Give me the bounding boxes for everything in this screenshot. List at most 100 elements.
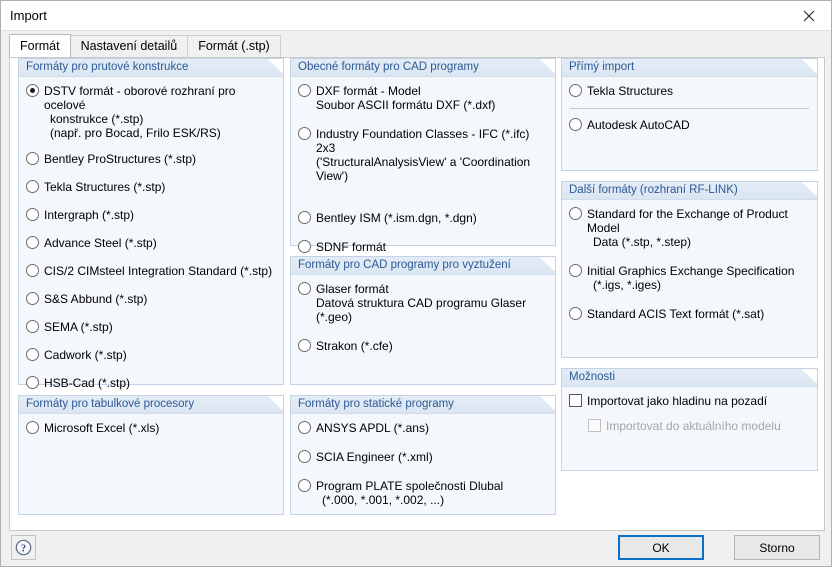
option-label-line1: Standard for the Exchange of Product Mod…	[587, 207, 788, 235]
radio-option-bentley-ism[interactable]: Bentley ISM (*.ism.dgn, *.dgn)	[297, 211, 549, 225]
checkbox-import-into-current-model: Importovat do aktuálního modelu	[568, 419, 811, 433]
radio-indicator[interactable]	[26, 84, 39, 97]
radio-option-acis-sat[interactable]: Standard ACIS Text formát (*.sat)	[568, 307, 811, 321]
radio-indicator[interactable]	[26, 292, 39, 305]
radio-indicator[interactable]	[569, 118, 582, 131]
radio-indicator[interactable]	[298, 479, 311, 492]
radio-option-ansys-apdl[interactable]: ANSYS APDL (*.ans)	[297, 421, 549, 435]
option-label: S&S Abbund (*.stp)	[44, 292, 148, 306]
radio-option-scia-engineer[interactable]: SCIA Engineer (*.xml)	[297, 450, 549, 464]
tab-detail-settings[interactable]: Nastavení detailů	[69, 35, 189, 57]
close-icon[interactable]	[786, 1, 831, 30]
group-header: Formáty pro CAD programy pro vyztužení	[291, 257, 555, 275]
radio-option-iges[interactable]: Initial Graphics Exchange Specification …	[568, 264, 811, 292]
radio-option-cis2-cimsteel[interactable]: CIS/2 CIMsteel Integration Standard (*.s…	[25, 264, 277, 278]
option-label: Tekla Structures (*.stp)	[44, 180, 166, 194]
option-label: Cadwork (*.stp)	[44, 348, 127, 362]
group-title: Formáty pro statické programy	[298, 398, 454, 410]
group-title: Další formáty (rozhraní RF-LINK)	[569, 184, 738, 196]
radio-option-microsoft-excel[interactable]: Microsoft Excel (*.xls)	[25, 421, 277, 435]
group-title: Přímý import	[569, 61, 635, 73]
group-cad-general: Obecné formáty pro CAD programy DXF form…	[290, 58, 556, 268]
group-title: Možnosti	[569, 371, 616, 383]
radio-indicator[interactable]	[26, 152, 39, 165]
radio-indicator[interactable]	[26, 180, 39, 193]
radio-option-tekla-structures-direct[interactable]: Tekla Structures	[568, 84, 811, 98]
radio-option-bentley-prostructures[interactable]: Bentley ProStructures (*.stp)	[25, 152, 277, 166]
radio-indicator[interactable]	[26, 348, 39, 361]
radio-indicator[interactable]	[569, 207, 582, 220]
radio-indicator[interactable]	[298, 240, 311, 253]
group-title: Obecné formáty pro CAD programy	[298, 61, 479, 73]
option-label: ANSYS APDL (*.ans)	[316, 421, 429, 435]
option-label: Importovat do aktuálního modelu	[606, 419, 781, 433]
option-label: Advance Steel (*.stp)	[44, 236, 157, 250]
option-label-line1: Glaser formát	[316, 282, 389, 296]
option-label: Standard ACIS Text formát (*.sat)	[587, 307, 765, 321]
radio-indicator[interactable]	[26, 208, 39, 221]
option-label-line1: SDNF formát	[316, 240, 387, 254]
group-body: Importovat jako hladinu na pozadí Import…	[562, 387, 817, 439]
radio-option-hsb-cad[interactable]: HSB-Cad (*.stp)	[25, 376, 277, 390]
radio-indicator[interactable]	[569, 264, 582, 277]
option-label-line1: Program PLATE společnosti Dlubal	[316, 479, 504, 493]
radio-indicator[interactable]	[26, 376, 39, 389]
option-label-line3: (např. pro Bocad, Frilo ESK/RS)	[50, 126, 221, 140]
radio-option-plate-dlubal[interactable]: Program PLATE společnosti Dlubal (*.000,…	[297, 479, 549, 507]
radio-option-advance-steel[interactable]: Advance Steel (*.stp)	[25, 236, 277, 250]
ok-button[interactable]: OK	[618, 535, 704, 560]
option-label: SEMA (*.stp)	[44, 320, 113, 334]
column-right: Přímý import Tekla Structures Autodesk A…	[561, 58, 818, 481]
radio-option-sema[interactable]: SEMA (*.stp)	[25, 320, 277, 334]
radio-indicator[interactable]	[26, 421, 39, 434]
radio-option-ss-abbund[interactable]: S&S Abbund (*.stp)	[25, 292, 277, 306]
radio-option-glaser[interactable]: Glaser formát Datová struktura CAD progr…	[297, 282, 549, 324]
radio-option-ifc[interactable]: Industry Foundation Classes - IFC (*.ifc…	[297, 127, 549, 183]
radio-indicator[interactable]	[298, 282, 311, 295]
option-label: Microsoft Excel (*.xls)	[44, 421, 160, 435]
option-label: Strakon (*.cfe)	[316, 339, 393, 353]
radio-indicator[interactable]	[26, 320, 39, 333]
radio-indicator[interactable]	[569, 307, 582, 320]
option-label: Tekla Structures	[587, 84, 674, 98]
radio-option-intergraph[interactable]: Intergraph (*.stp)	[25, 208, 277, 222]
option-label: HSB-Cad (*.stp)	[44, 376, 131, 390]
tab-format-stp[interactable]: Formát (.stp)	[187, 35, 281, 57]
group-body: Microsoft Excel (*.xls)	[19, 414, 283, 441]
title-bar: Import	[1, 1, 831, 31]
radio-option-tekla-structures-stp[interactable]: Tekla Structures (*.stp)	[25, 180, 277, 194]
radio-indicator[interactable]	[26, 264, 39, 277]
option-label: Bentley ISM (*.ism.dgn, *.dgn)	[316, 211, 477, 225]
radio-indicator[interactable]	[298, 450, 311, 463]
radio-option-dstv[interactable]: DSTV formát - oborové rozhraní pro ocelo…	[25, 84, 277, 140]
group-other-formats: Další formáty (rozhraní RF-LINK) Standar…	[561, 181, 818, 358]
radio-indicator[interactable]	[26, 236, 39, 249]
group-options: Možnosti Importovat jako hladinu na poza…	[561, 368, 818, 471]
group-direct-import: Přímý import Tekla Structures Autodesk A…	[561, 58, 818, 171]
radio-indicator[interactable]	[569, 84, 582, 97]
checkbox-import-as-background-layer[interactable]: Importovat jako hladinu na pozadí	[568, 394, 811, 408]
radio-indicator[interactable]	[298, 339, 311, 352]
radio-indicator[interactable]	[298, 421, 311, 434]
tab-strip: Formát Nastavení detailů Formát (.stp)	[1, 34, 831, 57]
tab-format[interactable]: Formát	[9, 34, 71, 57]
radio-indicator[interactable]	[298, 84, 311, 97]
column-left: Formáty pro prutové konstrukce DSTV form…	[18, 58, 284, 525]
option-label-line2: konstrukce (*.stp)	[50, 112, 144, 126]
radio-option-step[interactable]: Standard for the Exchange of Product Mod…	[568, 207, 811, 249]
radio-indicator[interactable]	[298, 211, 311, 224]
radio-option-cadwork[interactable]: Cadwork (*.stp)	[25, 348, 277, 362]
radio-indicator[interactable]	[298, 127, 311, 140]
help-icon[interactable]: ?	[11, 535, 36, 560]
group-header: Formáty pro statické programy	[291, 396, 555, 414]
group-body: DXF formát - Model Soubor ASCII formátu …	[291, 77, 555, 274]
radio-option-autodesk-autocad[interactable]: Autodesk AutoCAD	[568, 118, 811, 132]
import-dialog: Import Formát Nastavení detailů Formát (…	[0, 0, 832, 567]
tab-page-format: Formáty pro prutové konstrukce DSTV form…	[9, 57, 825, 531]
checkbox-indicator[interactable]	[569, 394, 582, 407]
group-cad-reinforcement: Formáty pro CAD programy pro vyztužení G…	[290, 256, 556, 385]
radio-option-dxf-model[interactable]: DXF formát - Model Soubor ASCII formátu …	[297, 84, 549, 112]
radio-option-strakon[interactable]: Strakon (*.cfe)	[297, 339, 549, 353]
footer-bar: ? OK Storno	[1, 531, 831, 566]
cancel-button[interactable]: Storno	[734, 535, 820, 560]
